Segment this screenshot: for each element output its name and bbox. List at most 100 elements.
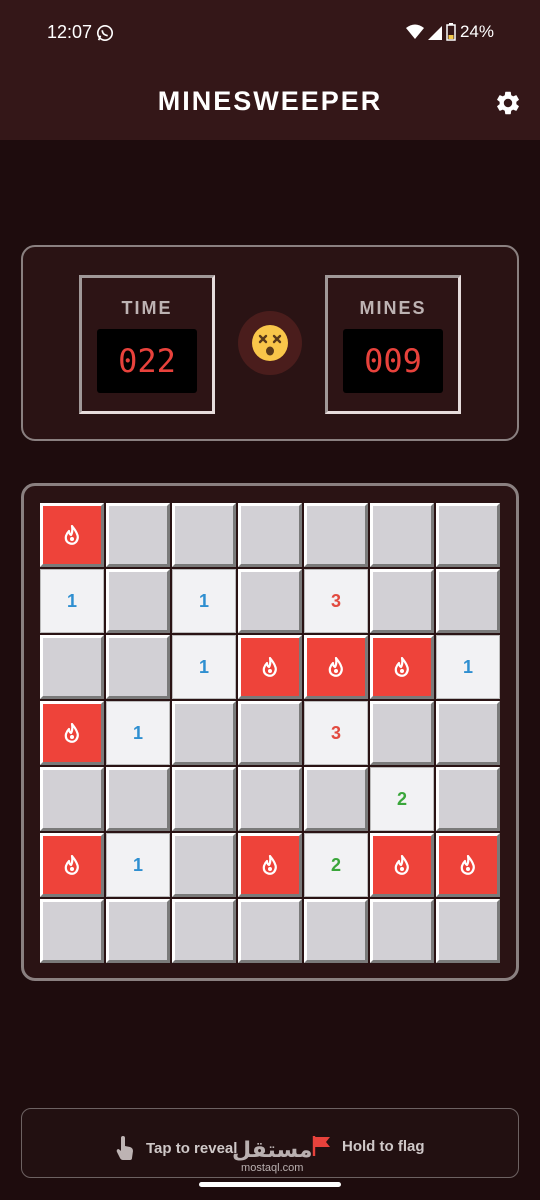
mine-fire-icon	[394, 855, 409, 875]
mine-fire-icon	[262, 657, 277, 677]
mine-fire-icon	[460, 855, 475, 875]
dizzy-face-icon	[252, 325, 288, 361]
flag-hint: Hold to flag	[312, 1135, 425, 1157]
revealed-cell[interactable]: 3	[304, 569, 368, 633]
mine-cell[interactable]	[40, 701, 104, 765]
hidden-cell[interactable]	[304, 767, 368, 831]
revealed-cell[interactable]: 1	[172, 569, 236, 633]
mine-fire-icon	[64, 855, 79, 875]
cell-number: 2	[396, 788, 407, 809]
mines-label: MINES	[359, 298, 427, 318]
time-value: 022	[97, 329, 197, 393]
mine-cell[interactable]	[370, 833, 434, 897]
mine-fire-icon	[328, 657, 343, 677]
wifi-icon	[405, 24, 424, 39]
hidden-cell[interactable]	[436, 569, 500, 633]
mine-cell[interactable]	[40, 833, 104, 897]
hidden-cell[interactable]	[238, 701, 302, 765]
revealed-cell[interactable]: 1	[106, 833, 170, 897]
hidden-cell[interactable]	[370, 503, 434, 567]
hidden-cell[interactable]	[40, 767, 104, 831]
revealed-cell[interactable]: 1	[106, 701, 170, 765]
hidden-cell[interactable]	[436, 899, 500, 963]
status-time: 12:07	[47, 22, 93, 42]
hidden-cell[interactable]	[436, 767, 500, 831]
battery-level: 24%	[459, 22, 494, 41]
cell-number: 1	[198, 656, 209, 677]
reveal-hint-text: Tap to reveal	[146, 1139, 238, 1157]
reset-face-button[interactable]	[238, 311, 302, 375]
hidden-cell[interactable]	[106, 503, 170, 567]
hidden-cell[interactable]	[304, 503, 368, 567]
status-bar: 12:07 24%	[0, 0, 540, 66]
hidden-cell[interactable]	[436, 701, 500, 765]
mine-fire-icon	[64, 723, 79, 743]
reveal-hint: Tap to reveal	[114, 1135, 237, 1161]
mine-fire-icon	[262, 855, 277, 875]
hidden-cell[interactable]	[436, 503, 500, 567]
hidden-cell[interactable]	[40, 635, 104, 699]
revealed-cell[interactable]: 1	[172, 635, 236, 699]
mine-fire-icon	[394, 657, 409, 677]
hidden-cell[interactable]	[238, 899, 302, 963]
mine-cell[interactable]	[370, 635, 434, 699]
cell-number: 1	[198, 590, 209, 611]
whatsapp-icon	[96, 24, 114, 42]
mine-cell[interactable]	[436, 833, 500, 897]
cell-number: 1	[132, 854, 143, 875]
mines-value: 009	[343, 329, 443, 393]
hidden-cell[interactable]	[40, 899, 104, 963]
flag-hint-text: Hold to flag	[342, 1137, 425, 1155]
watermark-latin: mostaql.com	[241, 1162, 304, 1174]
battery-icon	[446, 23, 456, 41]
hidden-cell[interactable]	[172, 833, 236, 897]
board-grid: 1 1 3 1 1 1 3 2 1 2	[40, 503, 500, 963]
cell-number: 1	[132, 722, 143, 743]
time-label: TIME	[121, 298, 173, 318]
revealed-cell[interactable]: 1	[436, 635, 500, 699]
hidden-cell[interactable]	[304, 899, 368, 963]
app-title: MINESWEEPER	[157, 86, 383, 116]
tap-finger-icon	[116, 1136, 133, 1160]
hidden-cell[interactable]	[238, 569, 302, 633]
mine-cell[interactable]	[238, 833, 302, 897]
cell-number: 3	[330, 590, 341, 611]
hidden-cell[interactable]	[172, 503, 236, 567]
counters-panel: TIME 022 MINES 009	[21, 245, 519, 441]
time-counter: TIME 022	[79, 275, 215, 414]
revealed-cell[interactable]: 1	[40, 569, 104, 633]
mine-cell[interactable]	[40, 503, 104, 567]
hidden-cell[interactable]	[106, 569, 170, 633]
mine-cell[interactable]	[304, 635, 368, 699]
hidden-cell[interactable]	[106, 635, 170, 699]
cell-number: 3	[330, 722, 341, 743]
watermark-arabic: مستقل	[232, 1137, 313, 1162]
flag-icon	[312, 1136, 330, 1156]
hidden-cell[interactable]	[172, 701, 236, 765]
hidden-cell[interactable]	[172, 899, 236, 963]
cell-number: 1	[66, 590, 77, 611]
mines-counter: MINES 009	[325, 275, 461, 414]
cell-number: 2	[330, 854, 341, 875]
hidden-cell[interactable]	[172, 767, 236, 831]
watermark: مستقل mostaql.com	[232, 1137, 313, 1175]
mine-fire-icon	[64, 525, 79, 545]
mine-cell[interactable]	[238, 635, 302, 699]
app-bar: MINESWEEPER	[0, 66, 540, 140]
home-indicator[interactable]	[199, 1182, 341, 1187]
hidden-cell[interactable]	[370, 569, 434, 633]
cell-number: 1	[462, 656, 473, 677]
hidden-cell[interactable]	[106, 899, 170, 963]
hidden-cell[interactable]	[106, 767, 170, 831]
revealed-cell[interactable]: 2	[304, 833, 368, 897]
hidden-cell[interactable]	[370, 899, 434, 963]
revealed-cell[interactable]: 2	[370, 767, 434, 831]
signal-icon	[427, 26, 442, 40]
hidden-cell[interactable]	[238, 503, 302, 567]
game-board: 1 1 3 1 1 1 3 2 1 2	[21, 483, 519, 981]
system-icons: 24%	[405, 22, 494, 42]
hidden-cell[interactable]	[238, 767, 302, 831]
settings-gear-icon[interactable]	[494, 89, 522, 117]
hidden-cell[interactable]	[370, 701, 434, 765]
revealed-cell[interactable]: 3	[304, 701, 368, 765]
